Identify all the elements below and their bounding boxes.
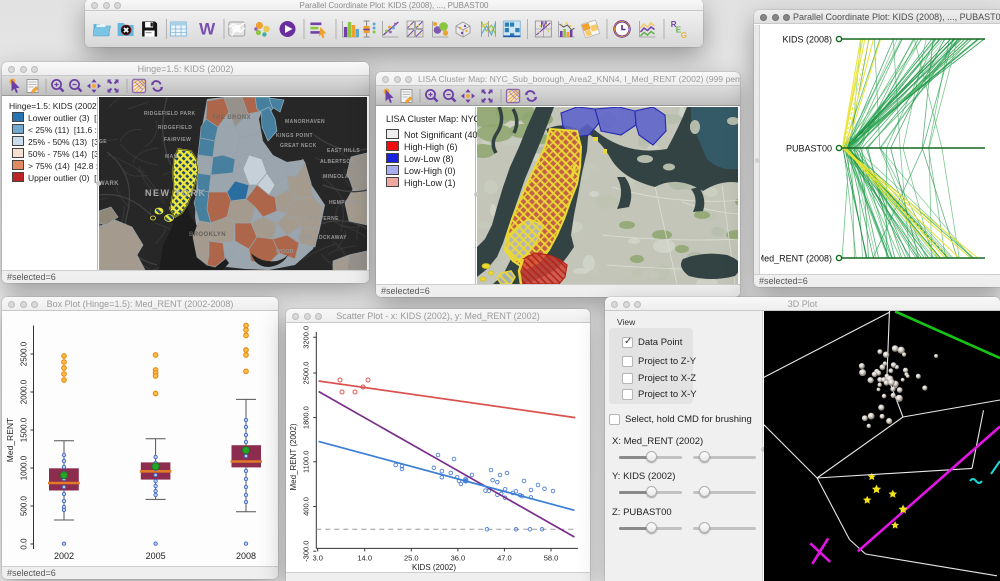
svg-text:PUBAST00: PUBAST00 bbox=[786, 144, 832, 154]
svg-text:1100.0: 1100.0 bbox=[301, 451, 310, 473]
svg-text:1000.0: 1000.0 bbox=[20, 455, 29, 480]
svg-text:GREAT NECK: GREAT NECK bbox=[280, 143, 317, 149]
svg-text:36.0: 36.0 bbox=[451, 553, 466, 562]
svg-text:2005: 2005 bbox=[146, 551, 166, 561]
svg-text:MALVERNE: MALVERNE bbox=[308, 216, 339, 222]
svg-text:2002: 2002 bbox=[54, 551, 74, 561]
svg-text:Med_RENT: Med_RENT bbox=[5, 418, 15, 462]
svg-text:400.0: 400.0 bbox=[301, 497, 310, 516]
svg-text:KINGS POINT: KINGS POINT bbox=[276, 133, 313, 139]
svg-text:2500.0: 2500.0 bbox=[301, 362, 310, 385]
svg-text:MAN: MAN bbox=[165, 154, 178, 160]
svg-text:MINEOLA: MINEOLA bbox=[323, 174, 349, 180]
svg-text:Med_RENT (2002): Med_RENT (2002) bbox=[289, 423, 298, 490]
svg-text:2500.0: 2500.0 bbox=[20, 341, 29, 366]
svg-text:1500.0: 1500.0 bbox=[20, 417, 29, 442]
svg-text:GE: GE bbox=[99, 139, 107, 145]
svg-text:3200.0: 3200.0 bbox=[301, 326, 310, 349]
svg-text:25.0: 25.0 bbox=[404, 553, 419, 562]
svg-text:KIDS (2002): KIDS (2002) bbox=[412, 563, 456, 572]
svg-text:EAST ROCKAWAY: EAST ROCKAWAY bbox=[298, 235, 347, 241]
svg-text:NEW YORK: NEW YORK bbox=[145, 188, 206, 198]
svg-text:58.0: 58.0 bbox=[544, 553, 559, 562]
svg-text:THE BRONX: THE BRONX bbox=[212, 115, 251, 121]
svg-text:MANORHAVEN: MANORHAVEN bbox=[285, 119, 325, 125]
svg-text:RIDGEFIELD: RIDGEFIELD bbox=[158, 125, 192, 131]
svg-text:14.0: 14.0 bbox=[357, 553, 372, 562]
svg-text:ALBERTSON: ALBERTSON bbox=[320, 159, 355, 165]
svg-text:1800.0: 1800.0 bbox=[301, 406, 310, 429]
svg-text:WOOD: WOOD bbox=[276, 249, 294, 255]
svg-text:0.0: 0.0 bbox=[20, 538, 29, 550]
svg-text:BROOKLYN: BROOKLYN bbox=[189, 232, 226, 238]
svg-text:EAST HILLS: EAST HILLS bbox=[327, 148, 360, 154]
svg-text:RIDGEFIELD PARK: RIDGEFIELD PARK bbox=[144, 111, 195, 117]
svg-text:FAIRVIEW: FAIRVIEW bbox=[164, 137, 191, 143]
svg-text:500.0: 500.0 bbox=[20, 495, 29, 516]
svg-text:KIDS (2008): KIDS (2008) bbox=[782, 35, 832, 45]
svg-text:2000.0: 2000.0 bbox=[20, 379, 29, 404]
svg-text:G: G bbox=[681, 31, 687, 40]
svg-text:2008: 2008 bbox=[236, 551, 256, 561]
svg-text:WARK: WARK bbox=[99, 181, 119, 187]
svg-text:H: H bbox=[99, 224, 104, 230]
svg-text:HEMPSTEA: HEMPSTEA bbox=[329, 200, 360, 206]
svg-text:3.0: 3.0 bbox=[312, 553, 322, 562]
svg-text:47.0: 47.0 bbox=[497, 553, 512, 562]
svg-text:SA: SA bbox=[359, 176, 367, 182]
svg-text:-300.0: -300.0 bbox=[301, 541, 310, 562]
svg-text:Med_RENT (2008): Med_RENT (2008) bbox=[761, 254, 832, 264]
svg-text:W: W bbox=[199, 20, 216, 39]
